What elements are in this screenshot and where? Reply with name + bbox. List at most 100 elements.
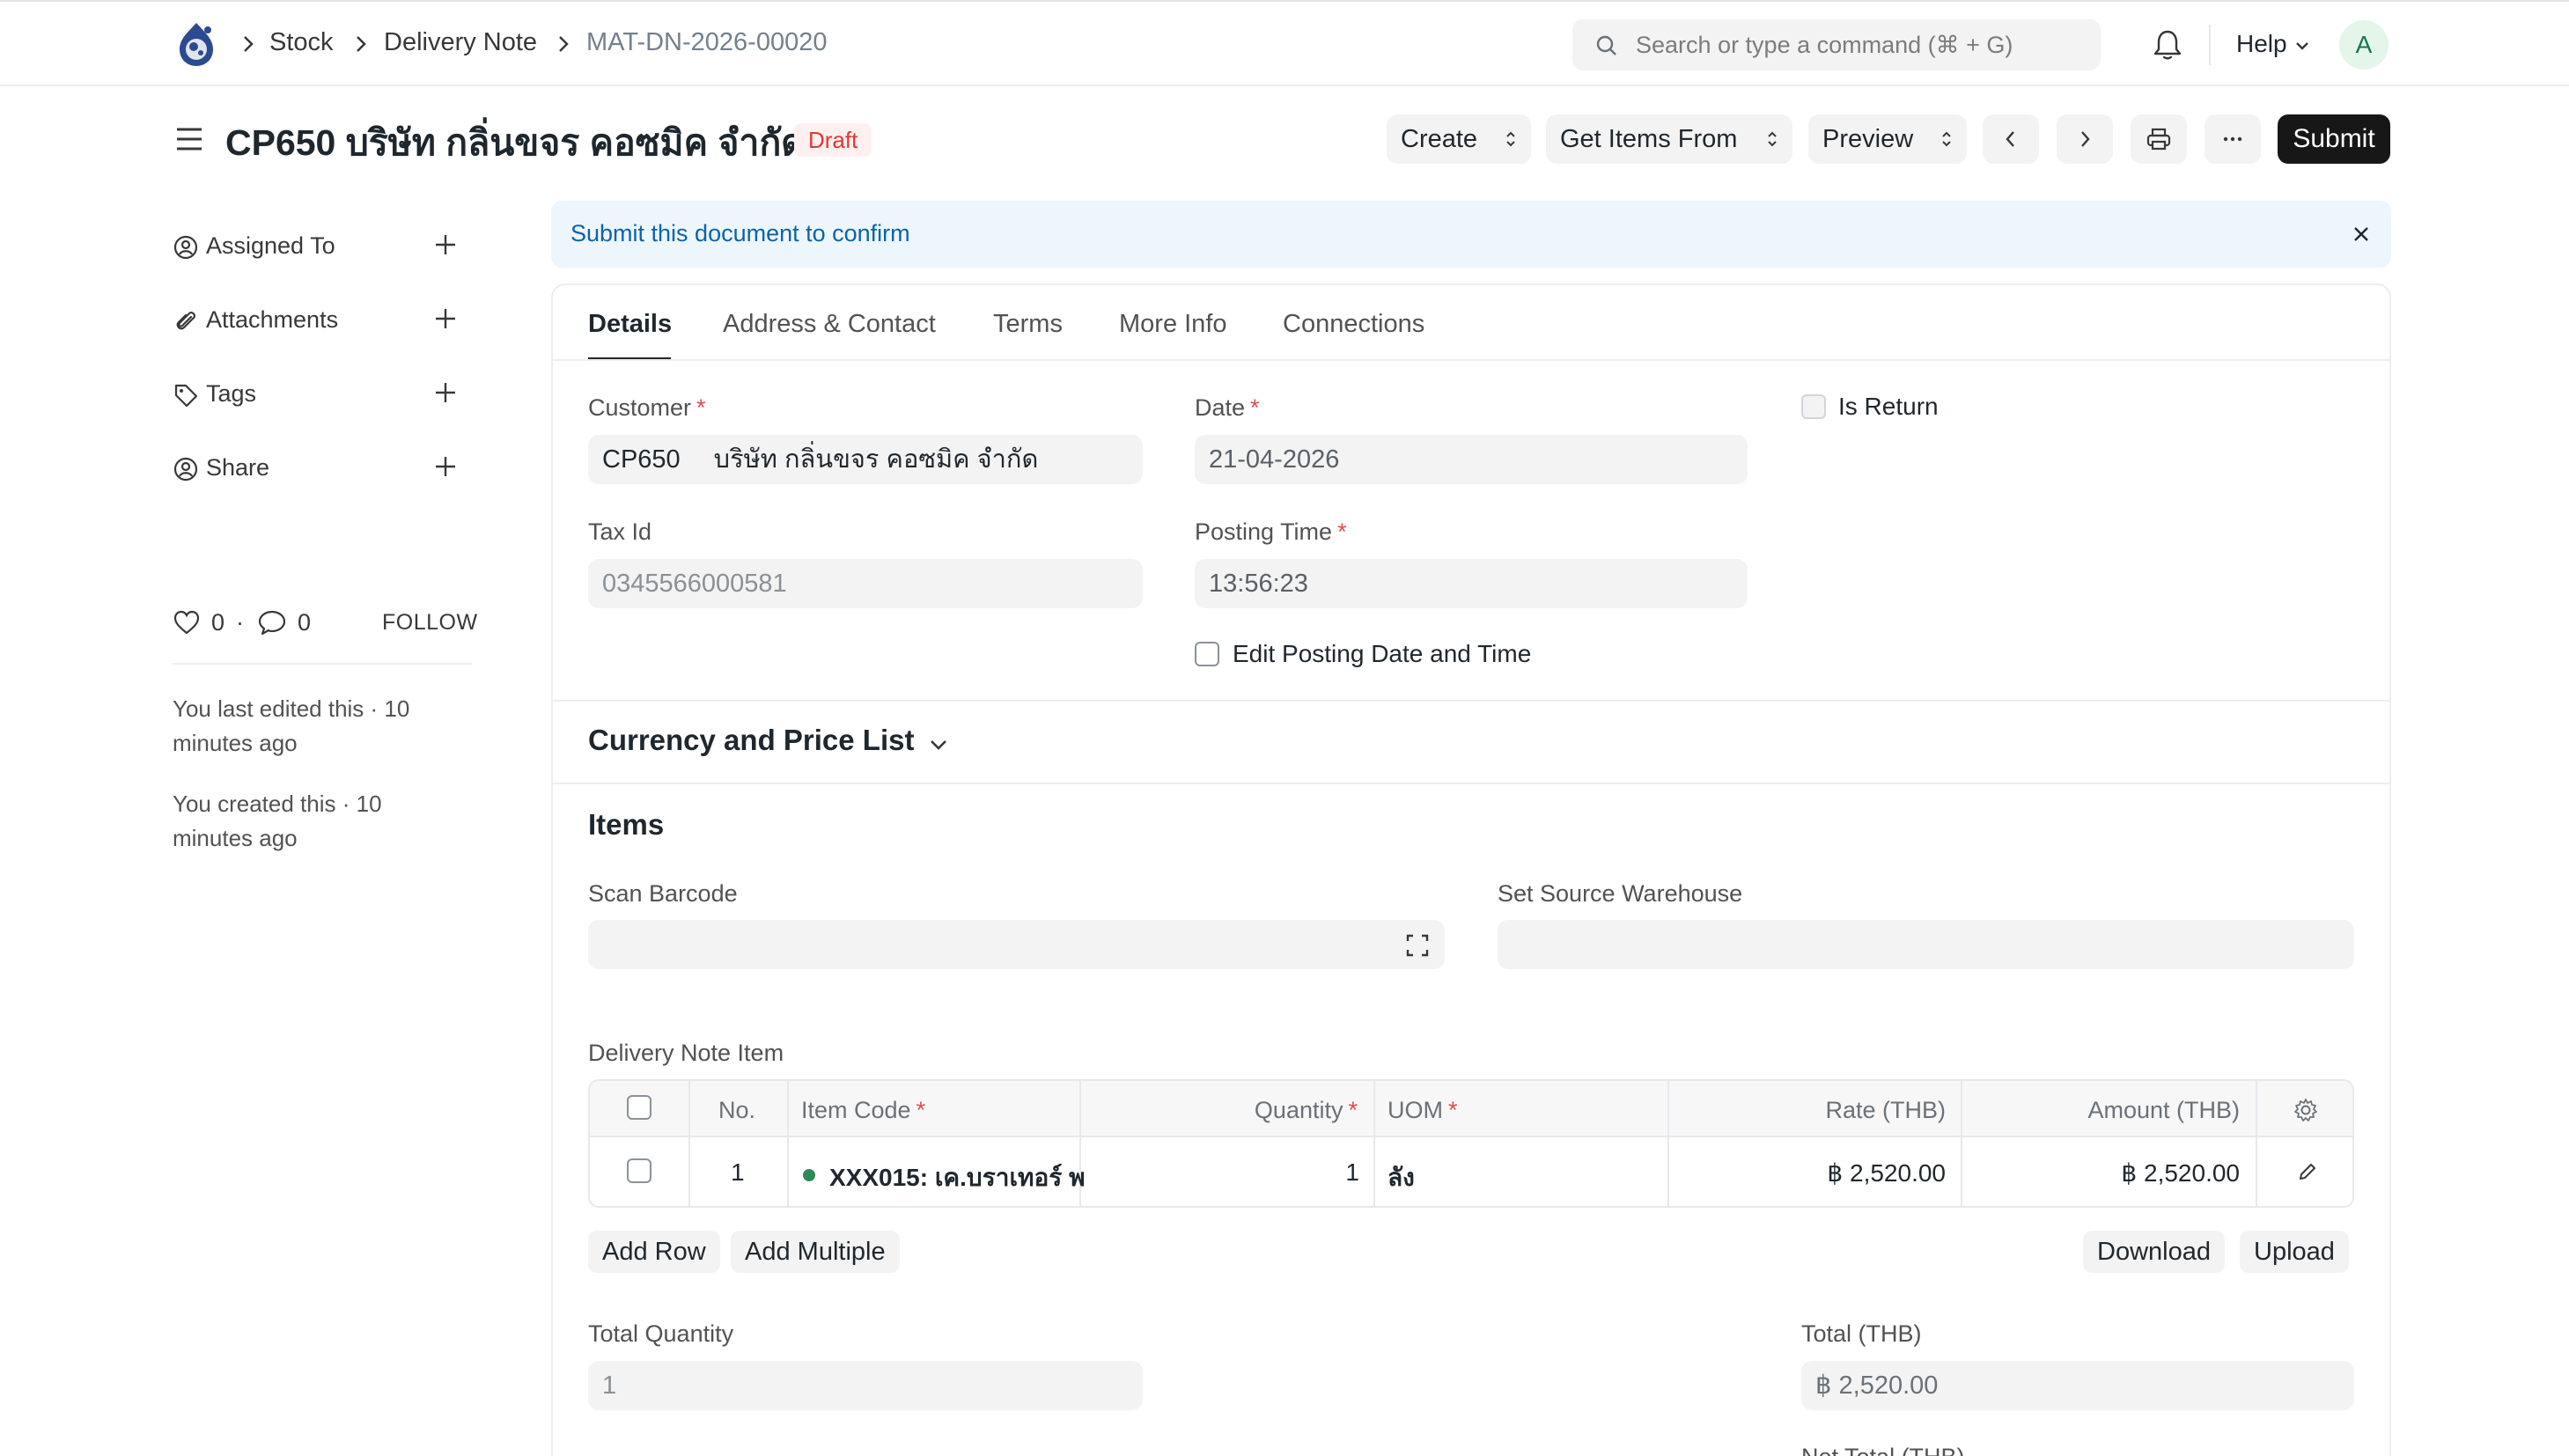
more-actions-button[interactable] <box>2205 114 2261 164</box>
previous-doc-button[interactable] <box>1983 114 2039 164</box>
notification-bell-icon[interactable] <box>2152 28 2183 62</box>
last-edited-note: You last edited this · 10 minutes ago <box>173 695 410 756</box>
search-bar[interactable]: Search or type a command (⌘ + G) <box>1572 19 2101 70</box>
items-section-header: Items <box>588 808 665 841</box>
download-button[interactable]: Download <box>2083 1231 2225 1273</box>
like-heart-icon[interactable] <box>173 609 201 636</box>
sidebar-item-assigned-to[interactable]: Assigned To <box>173 229 472 264</box>
customer-code: CP650 <box>602 445 681 474</box>
app-logo[interactable] <box>173 19 220 69</box>
add-multiple-button[interactable]: Add Multiple <box>731 1231 900 1273</box>
edit-posting-label: Edit Posting Date and Time <box>1233 640 1532 667</box>
get-items-from-button[interactable]: Get Items From <box>1546 114 1792 164</box>
tab-details[interactable]: Details <box>588 310 672 339</box>
sidebar-item-tags[interactable]: Tags <box>173 377 472 412</box>
currency-section-header[interactable]: Currency and Price List <box>588 724 914 757</box>
chevron-right-icon <box>2081 131 2090 147</box>
tab-address-contact[interactable]: Address & Contact <box>723 310 936 339</box>
sidebar-item-label: Attachments <box>206 306 339 333</box>
barcode-scan-icon[interactable] <box>1405 933 1430 958</box>
like-count: 0 <box>211 609 225 636</box>
row-item-code[interactable]: XXX015: เค.บราเทอร์ พ <box>829 1158 1086 1197</box>
navbar-divider <box>2209 25 2211 65</box>
help-menu[interactable]: Help <box>2236 30 2287 58</box>
items-table: No. Item Code * Quantity * UOM * Rate (THB)… <box>588 1079 2354 1208</box>
select-all-checkbox[interactable] <box>627 1095 651 1120</box>
column-header-no: No. <box>718 1097 756 1123</box>
edit-posting-checkbox[interactable] <box>1195 642 1219 666</box>
row-checkbox[interactable] <box>627 1158 651 1183</box>
tax-id-label: Tax Id <box>588 518 652 545</box>
help-label: Help <box>2236 30 2287 57</box>
follow-button[interactable]: FOLLOW <box>382 610 478 636</box>
column-header-uom: UOM * <box>1388 1097 1458 1123</box>
plus-icon[interactable] <box>433 454 458 479</box>
date-field[interactable]: 21-04-2026 <box>1195 435 1748 484</box>
sort-updown-icon <box>1942 131 1951 147</box>
breadcrumb-chevron-icon <box>357 36 366 52</box>
comment-icon[interactable] <box>257 609 287 636</box>
breadcrumb-chevron-icon <box>559 36 569 52</box>
share-icon <box>173 457 198 482</box>
sidebar-item-share[interactable]: Share <box>173 451 472 486</box>
column-divider <box>1961 1081 1962 1206</box>
sidebar-item-attachments[interactable]: Attachments <box>173 303 472 338</box>
sidebar-divider <box>173 663 472 665</box>
print-button[interactable] <box>2131 114 2187 164</box>
navbar: Stock Delivery Note MAT-DN-2026-00020 Se… <box>0 0 2569 86</box>
next-doc-button[interactable] <box>2057 114 2113 164</box>
source-warehouse-field[interactable] <box>1498 920 2354 969</box>
status-badge: Draft <box>794 123 872 157</box>
total-field: ฿ 2,520.00 <box>1801 1361 2354 1410</box>
close-icon[interactable] <box>2349 222 2374 246</box>
scan-barcode-field[interactable] <box>588 920 1445 969</box>
sidebar-item-label: Tags <box>206 380 257 407</box>
row-quantity[interactable]: 1 <box>1345 1158 1359 1187</box>
chevron-down-icon[interactable] <box>928 738 949 752</box>
tax-id-field[interactable]: 0345566000581 <box>588 559 1143 608</box>
plus-icon[interactable] <box>433 232 458 257</box>
column-header-quantity: Quantity * <box>1254 1097 1358 1123</box>
is-return-checkbox[interactable] <box>1801 394 1826 419</box>
plus-icon[interactable] <box>433 306 458 331</box>
gear-icon[interactable] <box>2293 1097 2319 1123</box>
preview-button[interactable]: Preview <box>1808 114 1967 164</box>
column-divider <box>787 1081 789 1206</box>
submit-button[interactable]: Submit <box>2278 114 2390 164</box>
plus-icon[interactable] <box>433 380 458 405</box>
tab-more-info[interactable]: More Info <box>1119 310 1227 339</box>
created-note: You created this · 10 minutes ago <box>173 791 382 851</box>
add-row-button[interactable]: Add Row <box>588 1231 720 1273</box>
search-placeholder: Search or type a command (⌘ + G) <box>1636 32 2013 58</box>
sidebar-item-label: Assigned To <box>206 232 335 259</box>
edit-pencil-icon[interactable] <box>2296 1160 2319 1183</box>
posting-time-field[interactable]: 13:56:23 <box>1195 559 1748 608</box>
tab-connections[interactable]: Connections <box>1283 310 1424 339</box>
scan-barcode-label: Scan Barcode <box>588 880 738 907</box>
create-button[interactable]: Create <box>1387 114 1531 164</box>
breadcrumb-delivery-note[interactable]: Delivery Note <box>384 28 537 57</box>
row-amount: ฿ 2,520.00 <box>2121 1159 2240 1187</box>
breadcrumb-stock[interactable]: Stock <box>269 28 334 57</box>
printer-icon <box>2146 128 2171 151</box>
breadcrumb-current-doc[interactable]: MAT-DN-2026-00020 <box>586 28 827 57</box>
column-header-item-code: Item Code * <box>801 1097 926 1123</box>
section-divider <box>553 783 2389 784</box>
item-table-label: Delivery Note Item <box>588 1040 784 1066</box>
tab-terms[interactable]: Terms <box>993 310 1063 339</box>
assign-icon <box>173 235 198 260</box>
customer-field[interactable]: CP650 บริษัท กลิ่นขจร คอซมิค จำกัด <box>588 435 1143 484</box>
row-uom[interactable]: ลัง <box>1388 1158 1415 1197</box>
row-rate[interactable]: ฿ 2,520.00 <box>1827 1158 1946 1188</box>
alert-message: Submit this document to confirm <box>570 220 910 246</box>
tag-icon <box>174 384 198 408</box>
sidebar-toggle-icon[interactable] <box>174 125 204 153</box>
sidebar-item-label: Share <box>206 454 270 481</box>
tabs-divider <box>553 359 2389 361</box>
section-divider <box>553 700 2389 702</box>
column-divider <box>1667 1081 1669 1206</box>
upload-button[interactable]: Upload <box>2240 1231 2349 1273</box>
create-label: Create <box>1401 125 1478 153</box>
user-avatar[interactable]: A <box>2339 20 2389 70</box>
source-warehouse-label: Set Source Warehouse <box>1498 880 1743 907</box>
